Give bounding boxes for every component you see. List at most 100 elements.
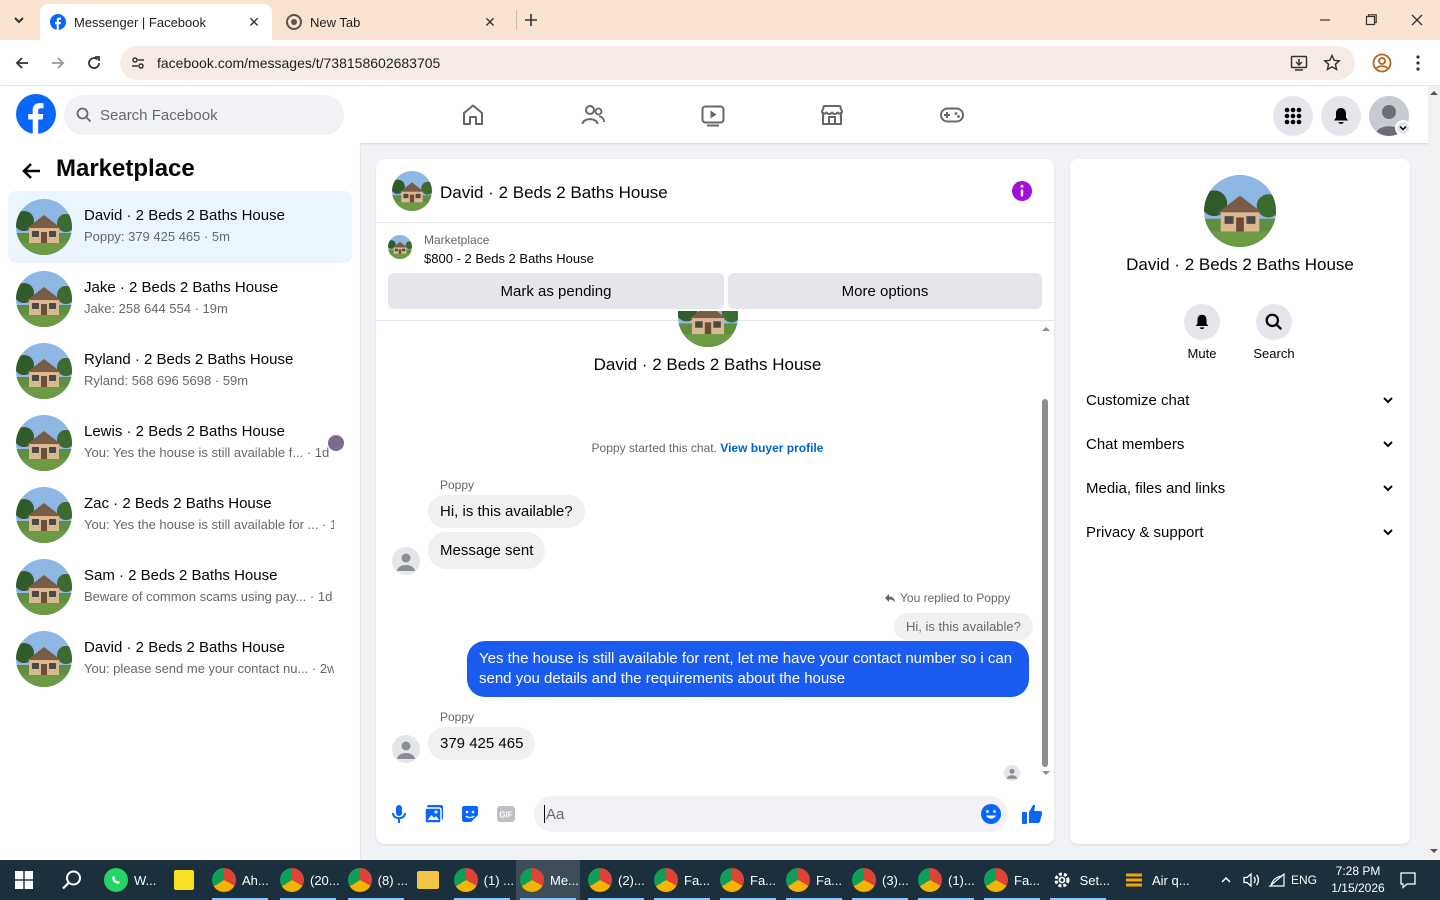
more-options-button[interactable]: More options	[728, 273, 1042, 309]
taskbar-chrome-window-active[interactable]: Me...	[516, 860, 580, 900]
forward-button[interactable]	[43, 48, 73, 78]
taskbar-chrome-window[interactable]: (20...	[276, 860, 340, 900]
message-bubble[interactable]: Hi, is this available?	[428, 495, 585, 528]
taskbar-whatsapp[interactable]: W...	[100, 860, 160, 900]
customize-chat-row[interactable]: Customize chat	[1086, 384, 1394, 416]
gaming-nav-icon[interactable]	[935, 98, 969, 132]
new-tab-button[interactable]	[516, 10, 544, 30]
taskbar-chrome-window[interactable]: Ah...	[208, 860, 272, 900]
profile-icon[interactable]	[1367, 48, 1397, 78]
conversation-item[interactable]: Ryland · 2 Beds 2 Baths House Ryland: 56…	[8, 335, 352, 407]
page-scrollbar[interactable]	[1428, 86, 1440, 860]
mute-button[interactable]: Mute	[1172, 304, 1232, 361]
taskbar-settings[interactable]: Set...	[1046, 860, 1110, 900]
taskbar-sticky-notes[interactable]	[168, 860, 200, 900]
mark-as-pending-button[interactable]: Mark as pending	[388, 273, 724, 309]
taskbar-chrome-window[interactable]: Fa...	[782, 860, 846, 900]
emoji-icon[interactable]	[980, 803, 1002, 825]
notification-center-icon[interactable]	[1396, 860, 1420, 900]
quoted-message[interactable]: Hi, is this available?	[894, 613, 1033, 640]
facebook-icon	[50, 14, 66, 30]
house-avatar	[16, 199, 72, 255]
start-button[interactable]	[0, 860, 48, 900]
tab-search-button[interactable]	[8, 9, 30, 31]
listing-price-title[interactable]: $800 - 2 Beds 2 Baths House	[424, 251, 594, 266]
scrollbar-thumb[interactable]	[1042, 399, 1048, 767]
maximize-button[interactable]	[1348, 0, 1394, 40]
taskbar-air-quality-widget[interactable]: Air q...	[1122, 860, 1202, 900]
settings-gear-icon	[1050, 868, 1074, 892]
message-input[interactable]: Aa	[534, 796, 1008, 832]
taskbar-file-explorer[interactable]	[412, 860, 444, 900]
privacy-support-row[interactable]: Privacy & support	[1086, 516, 1394, 548]
taskbar-chrome-window[interactable]: Fa...	[716, 860, 780, 900]
poppy-avatar[interactable]	[392, 735, 420, 763]
language-indicator[interactable]: ENG	[1290, 860, 1318, 900]
back-arrow-icon[interactable]	[20, 159, 44, 183]
conversation-item[interactable]: Jake · 2 Beds 2 Baths House Jake: 258 64…	[8, 263, 352, 335]
show-hidden-icons-chevron-up-icon[interactable]	[1215, 860, 1237, 900]
reload-button[interactable]	[79, 48, 109, 78]
chat-title[interactable]: David · 2 Beds 2 Baths House	[440, 183, 668, 203]
thread-avatar	[678, 311, 738, 347]
listing-thumbnail[interactable]	[388, 235, 412, 259]
address-bar[interactable]: facebook.com/messages/t/738158602683705	[120, 46, 1355, 80]
close-window-button[interactable]	[1394, 0, 1440, 40]
thumbs-up-icon[interactable]	[1020, 802, 1043, 824]
volume-icon[interactable]	[1240, 860, 1262, 900]
facebook-search[interactable]: Search Facebook	[64, 95, 344, 135]
marketplace-nav-icon[interactable]	[815, 98, 849, 132]
taskbar-chrome-window[interactable]: (1)...	[914, 860, 978, 900]
search-in-chat-button[interactable]: Search	[1244, 304, 1304, 361]
home-nav-icon[interactable]	[456, 98, 490, 132]
taskbar-clock[interactable]: 7:28 PM 1/15/2026	[1318, 863, 1398, 897]
gif-icon[interactable]: GIF	[495, 803, 517, 825]
microphone-icon[interactable]	[388, 803, 410, 825]
site-settings-icon[interactable]	[130, 55, 146, 71]
profile-avatar[interactable]	[1204, 175, 1276, 247]
facebook-logo-icon[interactable]	[16, 94, 56, 134]
install-app-icon[interactable]	[1290, 54, 1308, 72]
media-files-links-row[interactable]: Media, files and links	[1086, 472, 1394, 504]
reply-indicator: You replied to Poppy	[884, 591, 1010, 605]
view-buyer-profile-link[interactable]: View buyer profile	[720, 441, 823, 455]
account-chevron-down-icon[interactable]	[1395, 120, 1411, 136]
conversation-preview: You: Yes the house is still available fo…	[84, 517, 334, 532]
message-bubble[interactable]: 379 425 465	[428, 727, 536, 760]
info-icon[interactable]	[1011, 180, 1033, 202]
network-icon[interactable]	[1266, 860, 1288, 900]
taskbar-label: Fa...	[1014, 872, 1041, 888]
my-message-bubble[interactable]: Yes the house is still available for ren…	[467, 641, 1029, 697]
menu-grid-icon[interactable]	[1273, 96, 1313, 136]
conversation-item[interactable]: David · 2 Beds 2 Baths House You: please…	[8, 623, 352, 695]
close-tab-icon[interactable]: ✕	[246, 14, 262, 30]
minimize-button[interactable]	[1302, 0, 1348, 40]
taskbar-chrome-window[interactable]: Fa...	[980, 860, 1044, 900]
bookmark-star-icon[interactable]	[1323, 54, 1341, 72]
taskbar-chrome-window[interactable]: (3)...	[848, 860, 912, 900]
close-tab-icon[interactable]: ✕	[482, 14, 498, 30]
conversation-item[interactable]: David · 2 Beds 2 Baths House Poppy: 379 …	[8, 191, 352, 263]
video-nav-icon[interactable]	[696, 98, 730, 132]
browser-menu-icon[interactable]	[1403, 48, 1433, 78]
conversation-item[interactable]: Sam · 2 Beds 2 Baths House Beware of com…	[8, 551, 352, 623]
back-button[interactable]	[7, 48, 37, 78]
friends-nav-icon[interactable]	[576, 98, 610, 132]
conversation-item[interactable]: Lewis · 2 Beds 2 Baths House You: Yes th…	[8, 407, 352, 479]
notifications-bell-icon[interactable]	[1321, 96, 1361, 136]
taskbar-chrome-window[interactable]: (1) ...	[450, 860, 514, 900]
chat-avatar[interactable]	[392, 171, 432, 211]
sticker-icon[interactable]	[459, 803, 481, 825]
taskbar-chrome-window[interactable]: (8) ...	[344, 860, 408, 900]
chat-members-row[interactable]: Chat members	[1086, 428, 1394, 460]
taskbar-search-icon[interactable]	[48, 860, 96, 900]
conversation-item[interactable]: Zac · 2 Beds 2 Baths House You: Yes the …	[8, 479, 352, 551]
tab-new-tab[interactable]: New Tab ✕	[276, 4, 508, 40]
poppy-avatar[interactable]	[392, 547, 420, 575]
photo-icon[interactable]	[423, 803, 445, 825]
taskbar-label: (1) ...	[483, 872, 514, 888]
taskbar-chrome-window[interactable]: (2)...	[584, 860, 648, 900]
taskbar-chrome-window[interactable]: Fa...	[650, 860, 714, 900]
tab-messenger[interactable]: Messenger | Facebook ✕	[40, 4, 272, 40]
message-bubble[interactable]: Message sent	[428, 532, 546, 569]
